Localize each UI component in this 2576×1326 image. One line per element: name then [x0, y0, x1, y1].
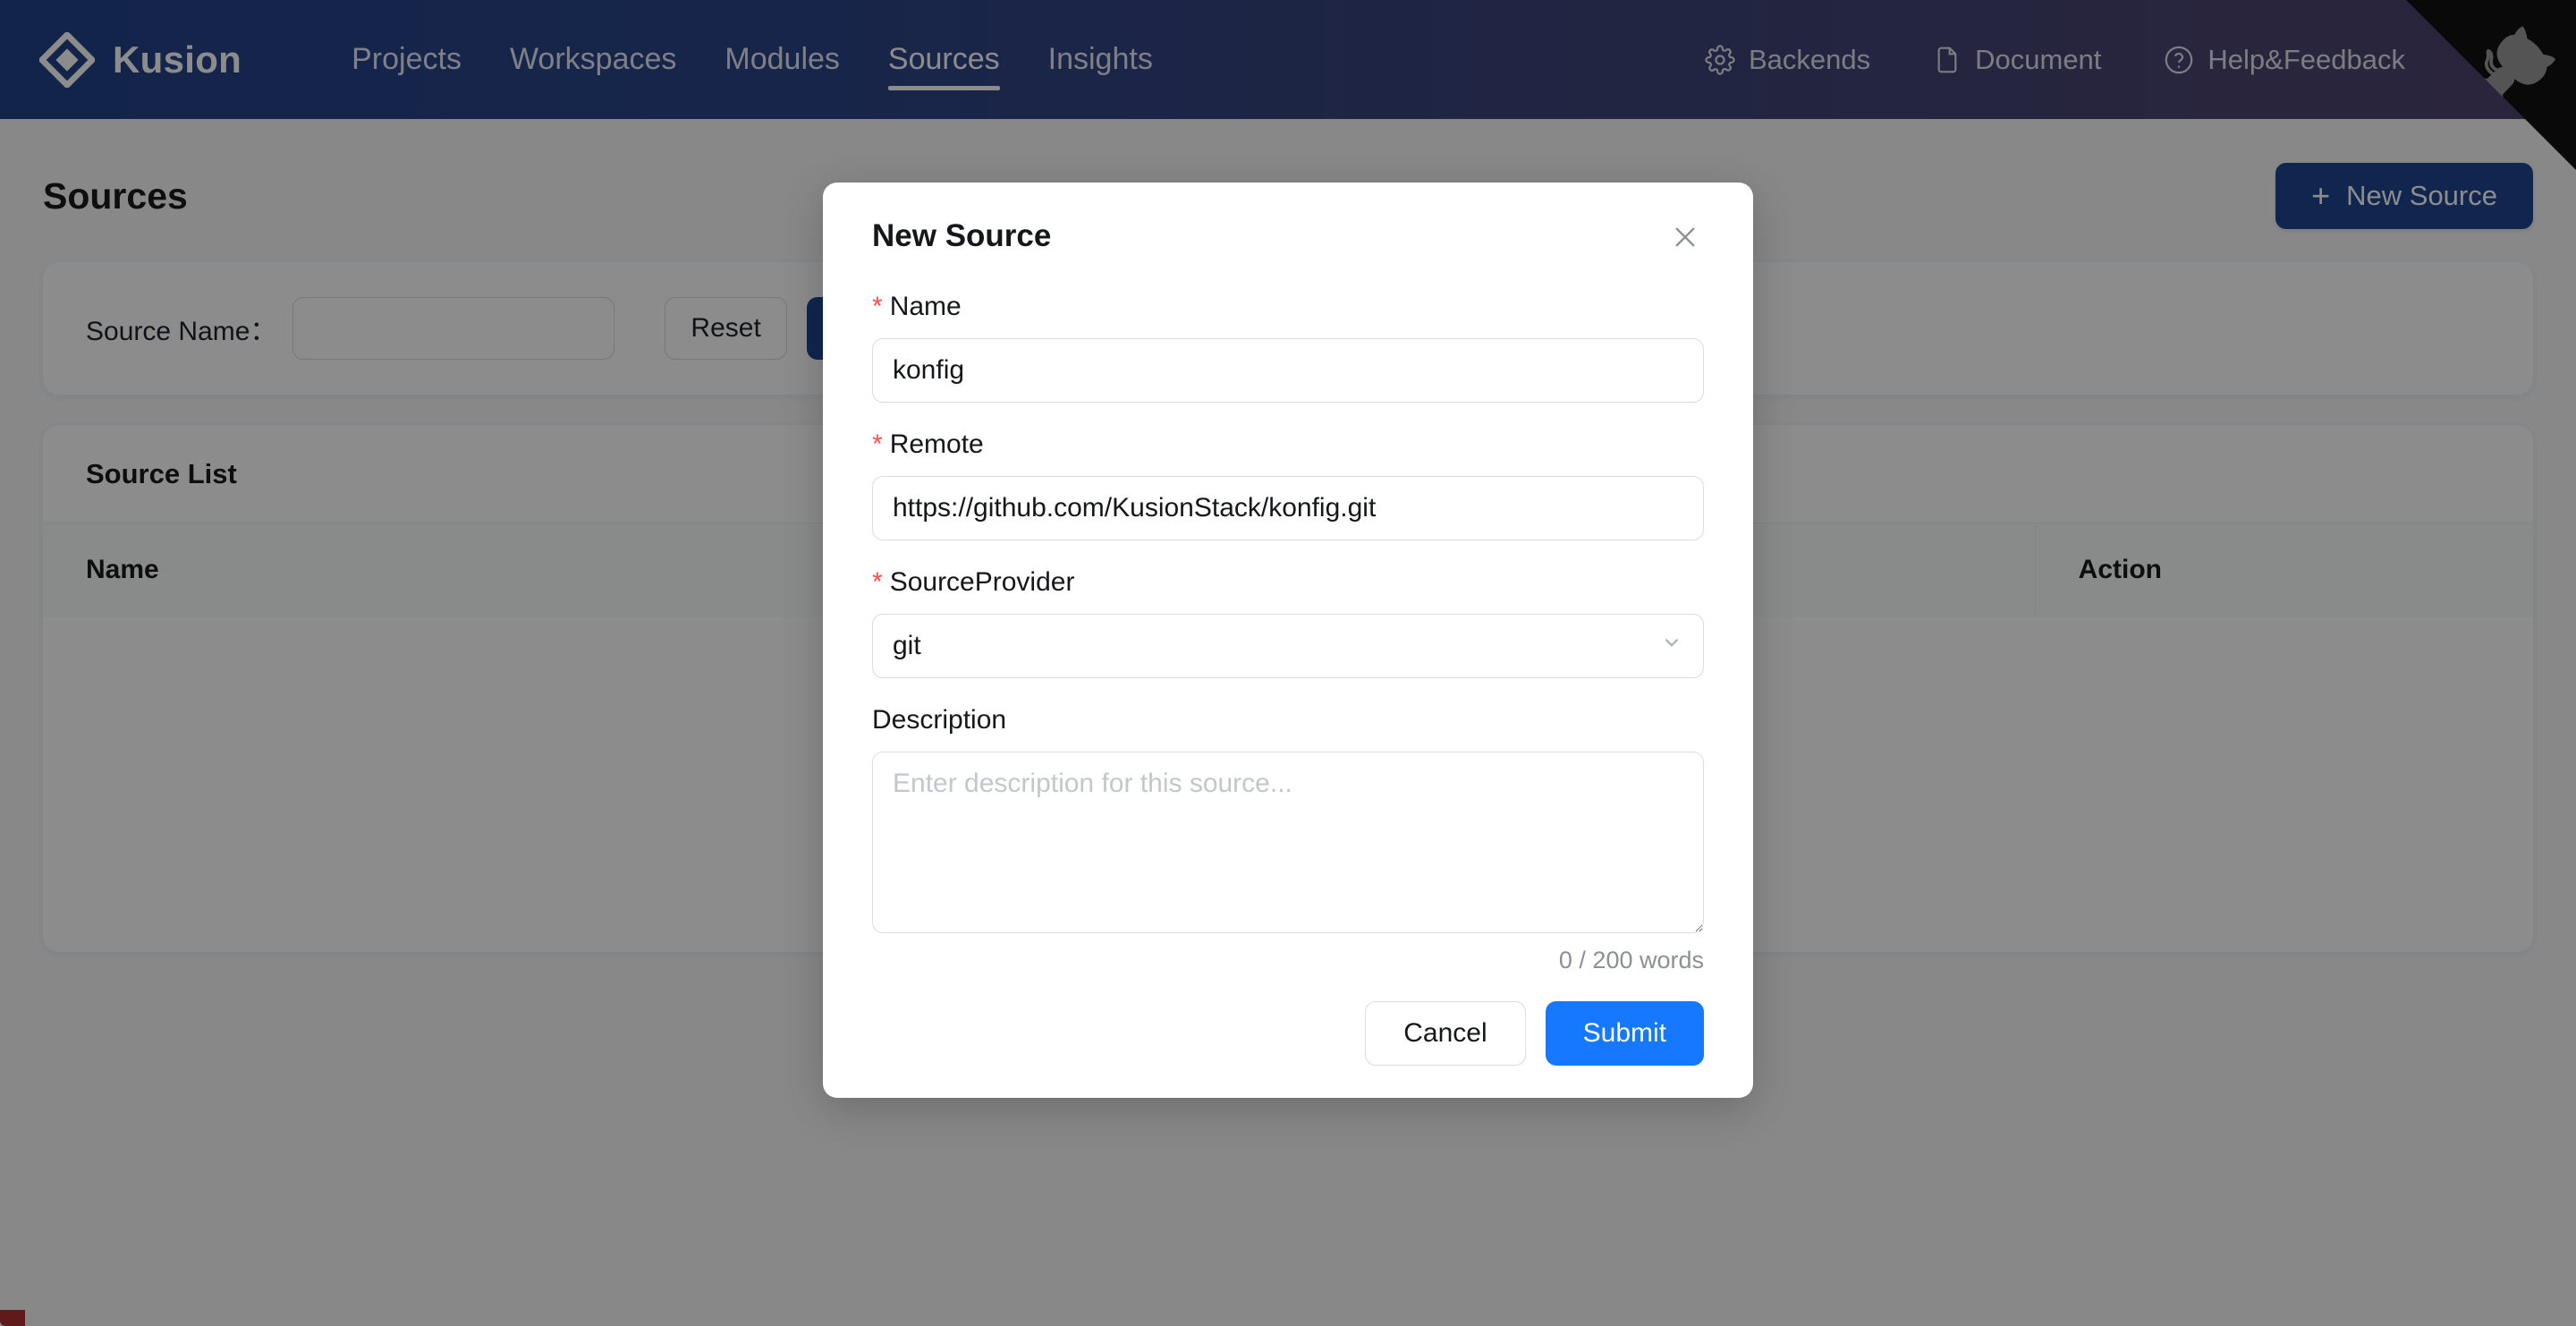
sources-page: Kusion Projects Workspaces Modules Sourc… [0, 0, 2576, 1326]
field-source-provider-label-text: SourceProvider [889, 567, 1075, 597]
field-name-label-text: Name [889, 292, 962, 321]
field-source-provider-label: * SourceProvider [872, 567, 1704, 598]
description-textarea[interactable] [872, 752, 1704, 933]
source-provider-selected-value: git [893, 631, 921, 660]
new-source-modal: New Source * Name * Remote * [823, 183, 1753, 1098]
source-provider-select[interactable]: git [872, 614, 1704, 678]
cancel-button[interactable]: Cancel [1365, 1001, 1526, 1066]
modal-title: New Source [872, 218, 1052, 253]
field-description: Description 0 / 200 words [872, 705, 1704, 974]
field-remote-label-text: Remote [889, 429, 984, 459]
modal-header: New Source [872, 218, 1704, 256]
remote-input[interactable] [872, 476, 1704, 540]
required-asterisk-icon: * [872, 429, 883, 459]
field-description-label-text: Description [872, 705, 1007, 735]
description-word-count: 0 / 200 words [1558, 947, 1704, 973]
field-name: * Name [872, 292, 1704, 403]
chevron-down-icon [1660, 631, 1683, 661]
submit-button[interactable]: Submit [1545, 1001, 1704, 1066]
modal-footer: Cancel Submit [872, 1001, 1704, 1066]
required-asterisk-icon: * [872, 567, 883, 597]
field-remote: * Remote [872, 429, 1704, 540]
field-description-label: Description [872, 705, 1704, 735]
field-name-label: * Name [872, 292, 1704, 322]
field-remote-label: * Remote [872, 429, 1704, 460]
name-input[interactable] [872, 338, 1704, 403]
close-icon[interactable] [1666, 218, 1704, 256]
field-source-provider: * SourceProvider git [872, 567, 1704, 678]
required-asterisk-icon: * [872, 292, 883, 321]
